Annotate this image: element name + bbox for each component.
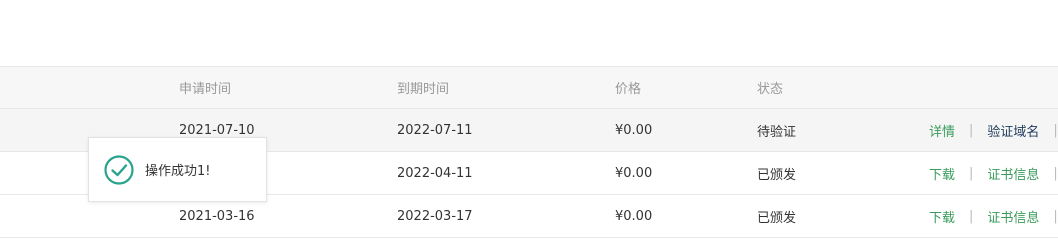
separator: | (969, 165, 974, 181)
separator: | (969, 122, 974, 138)
download-link[interactable]: 下载 (929, 164, 955, 183)
status: 已颁发 (757, 210, 797, 226)
row-actions: 下载 | 证书信息 | (929, 152, 1058, 194)
separator: | (1053, 208, 1058, 224)
status: 待验证 (757, 124, 797, 140)
details-link[interactable]: 详情 (929, 121, 955, 140)
check-circle-icon (104, 154, 134, 185)
expire-time: 2022-07-11 (397, 122, 473, 138)
separator: | (1053, 165, 1058, 181)
download-link[interactable]: 下载 (929, 207, 955, 226)
header-apply-time: 申请时间 (179, 82, 232, 97)
table-header: 申请时间 到期时间 价格 状态 (0, 66, 1058, 109)
certificate-info-link[interactable]: 证书信息 (987, 207, 1039, 226)
price: ¥0.00 (615, 208, 653, 224)
verify-domain-link[interactable]: 验证域名 (987, 121, 1039, 140)
price: ¥0.00 (615, 165, 653, 181)
certificate-info-link[interactable]: 证书信息 (987, 164, 1039, 183)
toast-message: 操作成功1! (145, 164, 211, 179)
expire-time: 2022-04-11 (397, 165, 473, 181)
status: 已颁发 (757, 167, 797, 183)
header-status: 状态 (757, 82, 784, 97)
expire-time: 2022-03-17 (397, 208, 473, 224)
separator: | (1053, 122, 1058, 138)
row-actions: 详情 | 验证域名 | (929, 109, 1058, 151)
success-toast: 操作成功1! (88, 137, 267, 202)
price: ¥0.00 (615, 122, 653, 138)
header-expire-time: 到期时间 (397, 82, 450, 97)
separator: | (969, 208, 974, 224)
row-actions: 下载 | 证书信息 | (929, 195, 1058, 237)
header-price: 价格 (615, 82, 642, 97)
